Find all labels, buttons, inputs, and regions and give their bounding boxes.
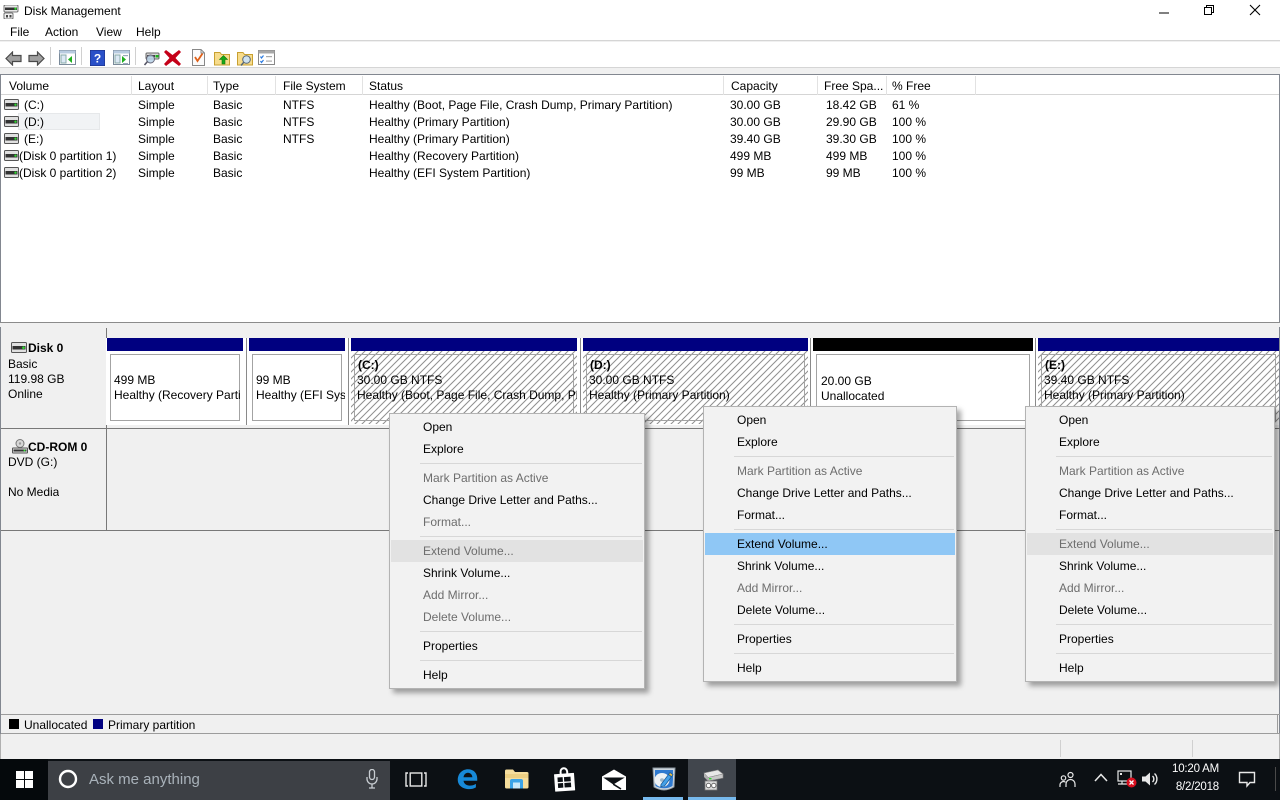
svg-text:?: ? <box>94 52 101 66</box>
